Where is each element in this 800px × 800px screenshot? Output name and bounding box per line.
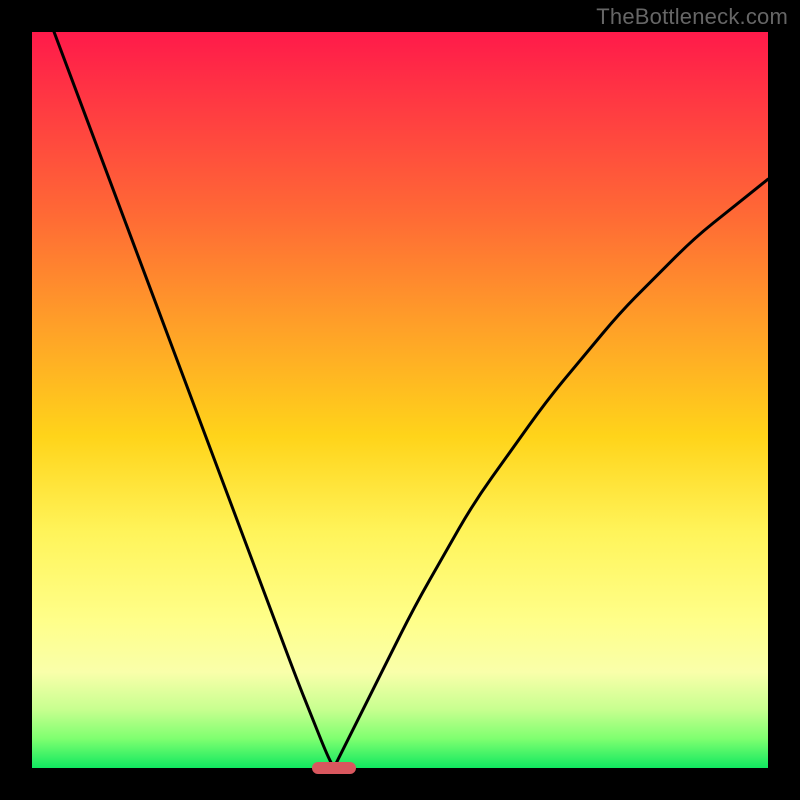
- chart-frame: TheBottleneck.com: [0, 0, 800, 800]
- curve-path: [54, 32, 768, 768]
- plot-area: [32, 32, 768, 768]
- watermark-text: TheBottleneck.com: [596, 4, 788, 30]
- min-marker: [312, 762, 356, 774]
- curve-layer: [32, 32, 768, 768]
